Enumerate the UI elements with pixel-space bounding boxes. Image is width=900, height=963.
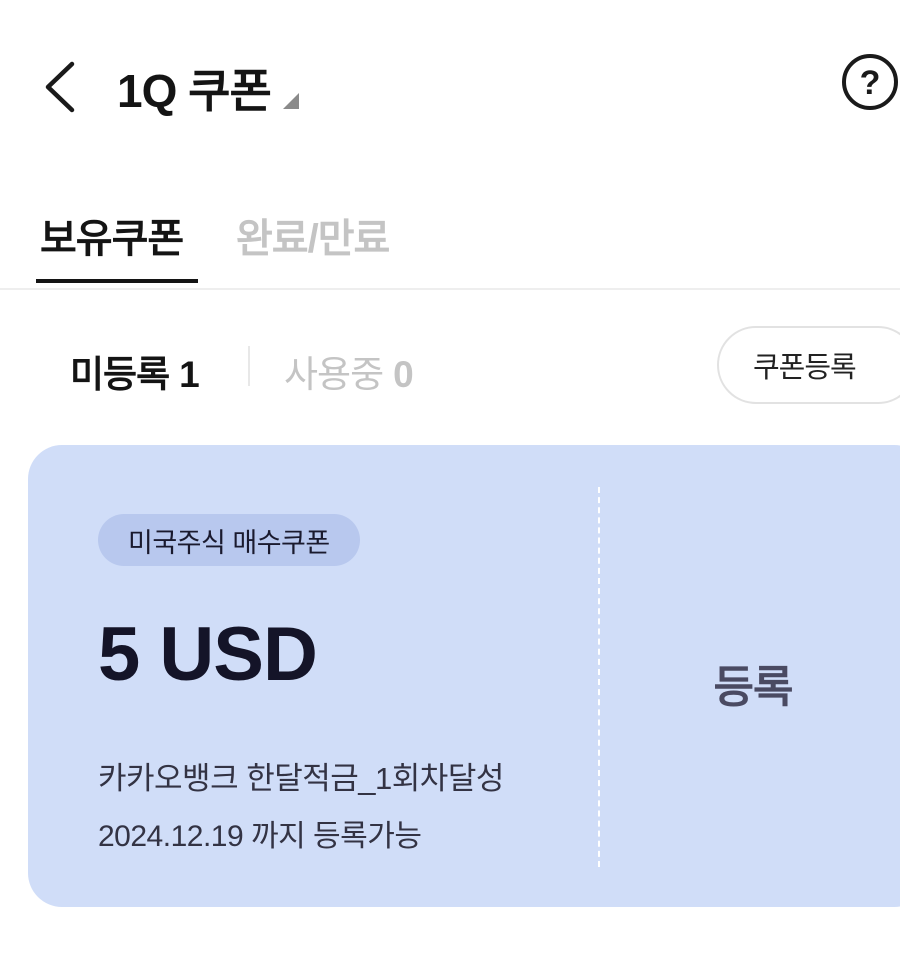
- question-circle-icon: ?: [842, 54, 898, 110]
- app-header: 1Q 쿠폰 ?: [0, 0, 900, 170]
- coupon-type-badge: 미국주식 매수쿠폰: [98, 514, 360, 566]
- coupon-card[interactable]: 미국주식 매수쿠폰 5 USD 카카오뱅크 한달적금_1회차달성 2024.12…: [28, 445, 900, 907]
- filter-unregistered-label: 미등록: [70, 354, 170, 395]
- filter-row: 미등록 1 사용중 0 쿠폰등록: [0, 320, 900, 410]
- register-coupon-button[interactable]: 쿠폰등록: [717, 326, 900, 404]
- filter-in-use[interactable]: 사용중 0: [284, 344, 414, 398]
- chevron-left-icon: [45, 61, 75, 113]
- tab-owned-coupons[interactable]: 보유쿠폰: [40, 206, 184, 264]
- page-title: 1Q 쿠폰: [117, 65, 272, 117]
- tab-completed-expired[interactable]: 완료/만료: [236, 206, 390, 264]
- tab-bar: 보유쿠폰 완료/만료: [0, 186, 900, 290]
- help-button[interactable]: ?: [840, 52, 900, 112]
- dropdown-caret-icon: [282, 93, 299, 109]
- filter-divider: [248, 346, 250, 386]
- question-glyph: ?: [860, 64, 881, 102]
- coupon-register-button[interactable]: 등록: [606, 445, 900, 907]
- filter-in-use-label: 사용중: [284, 354, 384, 395]
- filter-in-use-count: 0: [393, 354, 414, 395]
- title-dropdown[interactable]: 1Q 쿠폰: [117, 56, 299, 120]
- filter-unregistered-count: 1: [179, 354, 200, 395]
- back-button[interactable]: [36, 52, 86, 122]
- coupon-amount: 5 USD: [98, 612, 318, 697]
- coupon-description: 카카오뱅크 한달적금_1회차달성: [98, 761, 504, 796]
- coupon-dashed-divider: [598, 487, 600, 867]
- coupon-expiry: 2024.12.19 까지 등록가능: [98, 820, 422, 853]
- active-tab-indicator: [36, 279, 198, 283]
- filter-unregistered[interactable]: 미등록 1: [70, 344, 200, 398]
